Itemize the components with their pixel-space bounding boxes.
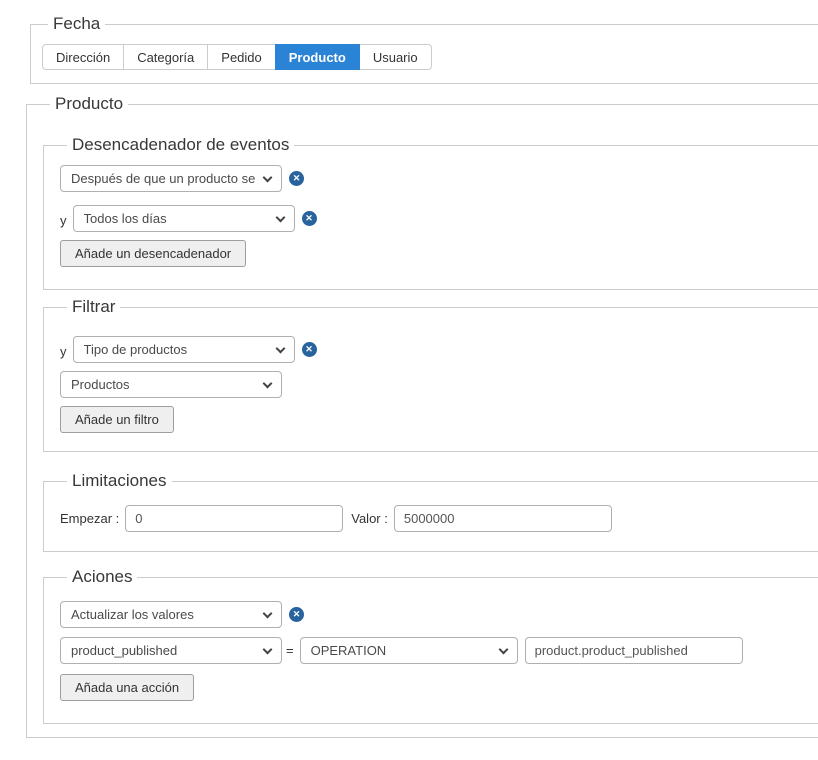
remove-filter-icon[interactable]: ✕ [301,342,317,357]
chevron-down-icon [262,378,273,389]
chevron-down-icon [275,212,285,223]
producto-fieldset: Producto Desencadenador de eventos Despu… [26,94,818,738]
filter-fieldset: Filtrar y Tipo de productos ✕ Productos … [43,297,818,452]
tab-usuario[interactable]: Usuario [358,44,432,70]
start-label: Empezar : [60,511,120,526]
action-type-select[interactable]: Actualizar los valores [60,601,282,628]
filter-row: y Tipo de productos ✕ [60,336,818,363]
equals-label: = [286,643,294,658]
limits-fieldset: Limitaciones Empezar : Valor : [43,471,818,552]
tab-categoria[interactable]: Categoría [123,44,209,70]
action-row: product_published = OPERATION [60,637,818,664]
trigger-row: y Todos los días ✕ [60,205,818,232]
actions-legend: Aciones [72,567,133,586]
add-trigger-button[interactable]: Añade un desencadenador [60,240,247,267]
value-input[interactable] [393,505,612,532]
chevron-down-icon [262,644,273,655]
filter-type-select-value: Tipo de productos [83,342,188,357]
operation-select-value: OPERATION [310,643,387,658]
event-trigger-select-value: Después de que un producto se [71,171,255,186]
value-label: Valor : [351,511,388,526]
actions-fieldset: Aciones Actualizar los valores ✕ product… [43,567,818,724]
filter-type-select[interactable]: Tipo de productos [72,336,295,363]
remove-trigger-icon[interactable]: ✕ [289,171,304,186]
and-label: y [60,344,67,359]
schedule-select-value: Todos los días [83,211,167,226]
limits-legend: Limitaciones [72,471,167,490]
filter-row: Productos [60,371,818,398]
add-action-button[interactable]: Añada una acción [60,674,195,701]
filter-target-select[interactable]: Productos [60,371,282,398]
remove-schedule-icon[interactable]: ✕ [301,211,317,226]
action-type-select-value: Actualizar los valores [71,607,194,622]
event-trigger-select[interactable]: Después de que un producto se [60,165,282,192]
fecha-legend: Fecha [53,14,101,33]
start-input[interactable] [125,505,344,532]
action-field-select[interactable]: product_published [60,637,282,664]
chevron-down-icon [275,343,285,354]
operation-select[interactable]: OPERATION [299,637,518,664]
add-filter-button[interactable]: Añade un filtro [60,406,174,433]
action-value-input[interactable] [524,637,743,664]
chevron-down-icon [262,172,273,183]
tab-direccion[interactable]: Dirección [42,44,125,70]
and-label: y [60,213,67,228]
schedule-select[interactable]: Todos los días [72,205,295,232]
triggers-fieldset: Desencadenador de eventos Después de que… [43,135,818,290]
action-row: Actualizar los valores ✕ [60,601,818,628]
triggers-legend: Desencadenador de eventos [72,135,290,154]
producto-legend: Producto [55,94,124,113]
chevron-down-icon [498,644,509,655]
chevron-down-icon [262,608,273,619]
remove-action-icon[interactable]: ✕ [289,607,304,622]
filter-legend: Filtrar [72,297,116,316]
trigger-row: Después de que un producto se ✕ [60,165,818,192]
tab-producto[interactable]: Producto [274,44,360,70]
tab-pedido[interactable]: Pedido [207,44,276,70]
entity-tab-group: Dirección Categoría Pedido Producto Usua… [42,44,432,70]
limits-row: Empezar : Valor : [60,505,818,532]
action-field-select-value: product_published [71,643,178,658]
fecha-fieldset: Fecha Dirección Categoría Pedido Product… [30,14,818,84]
filter-target-select-value: Productos [71,377,130,392]
